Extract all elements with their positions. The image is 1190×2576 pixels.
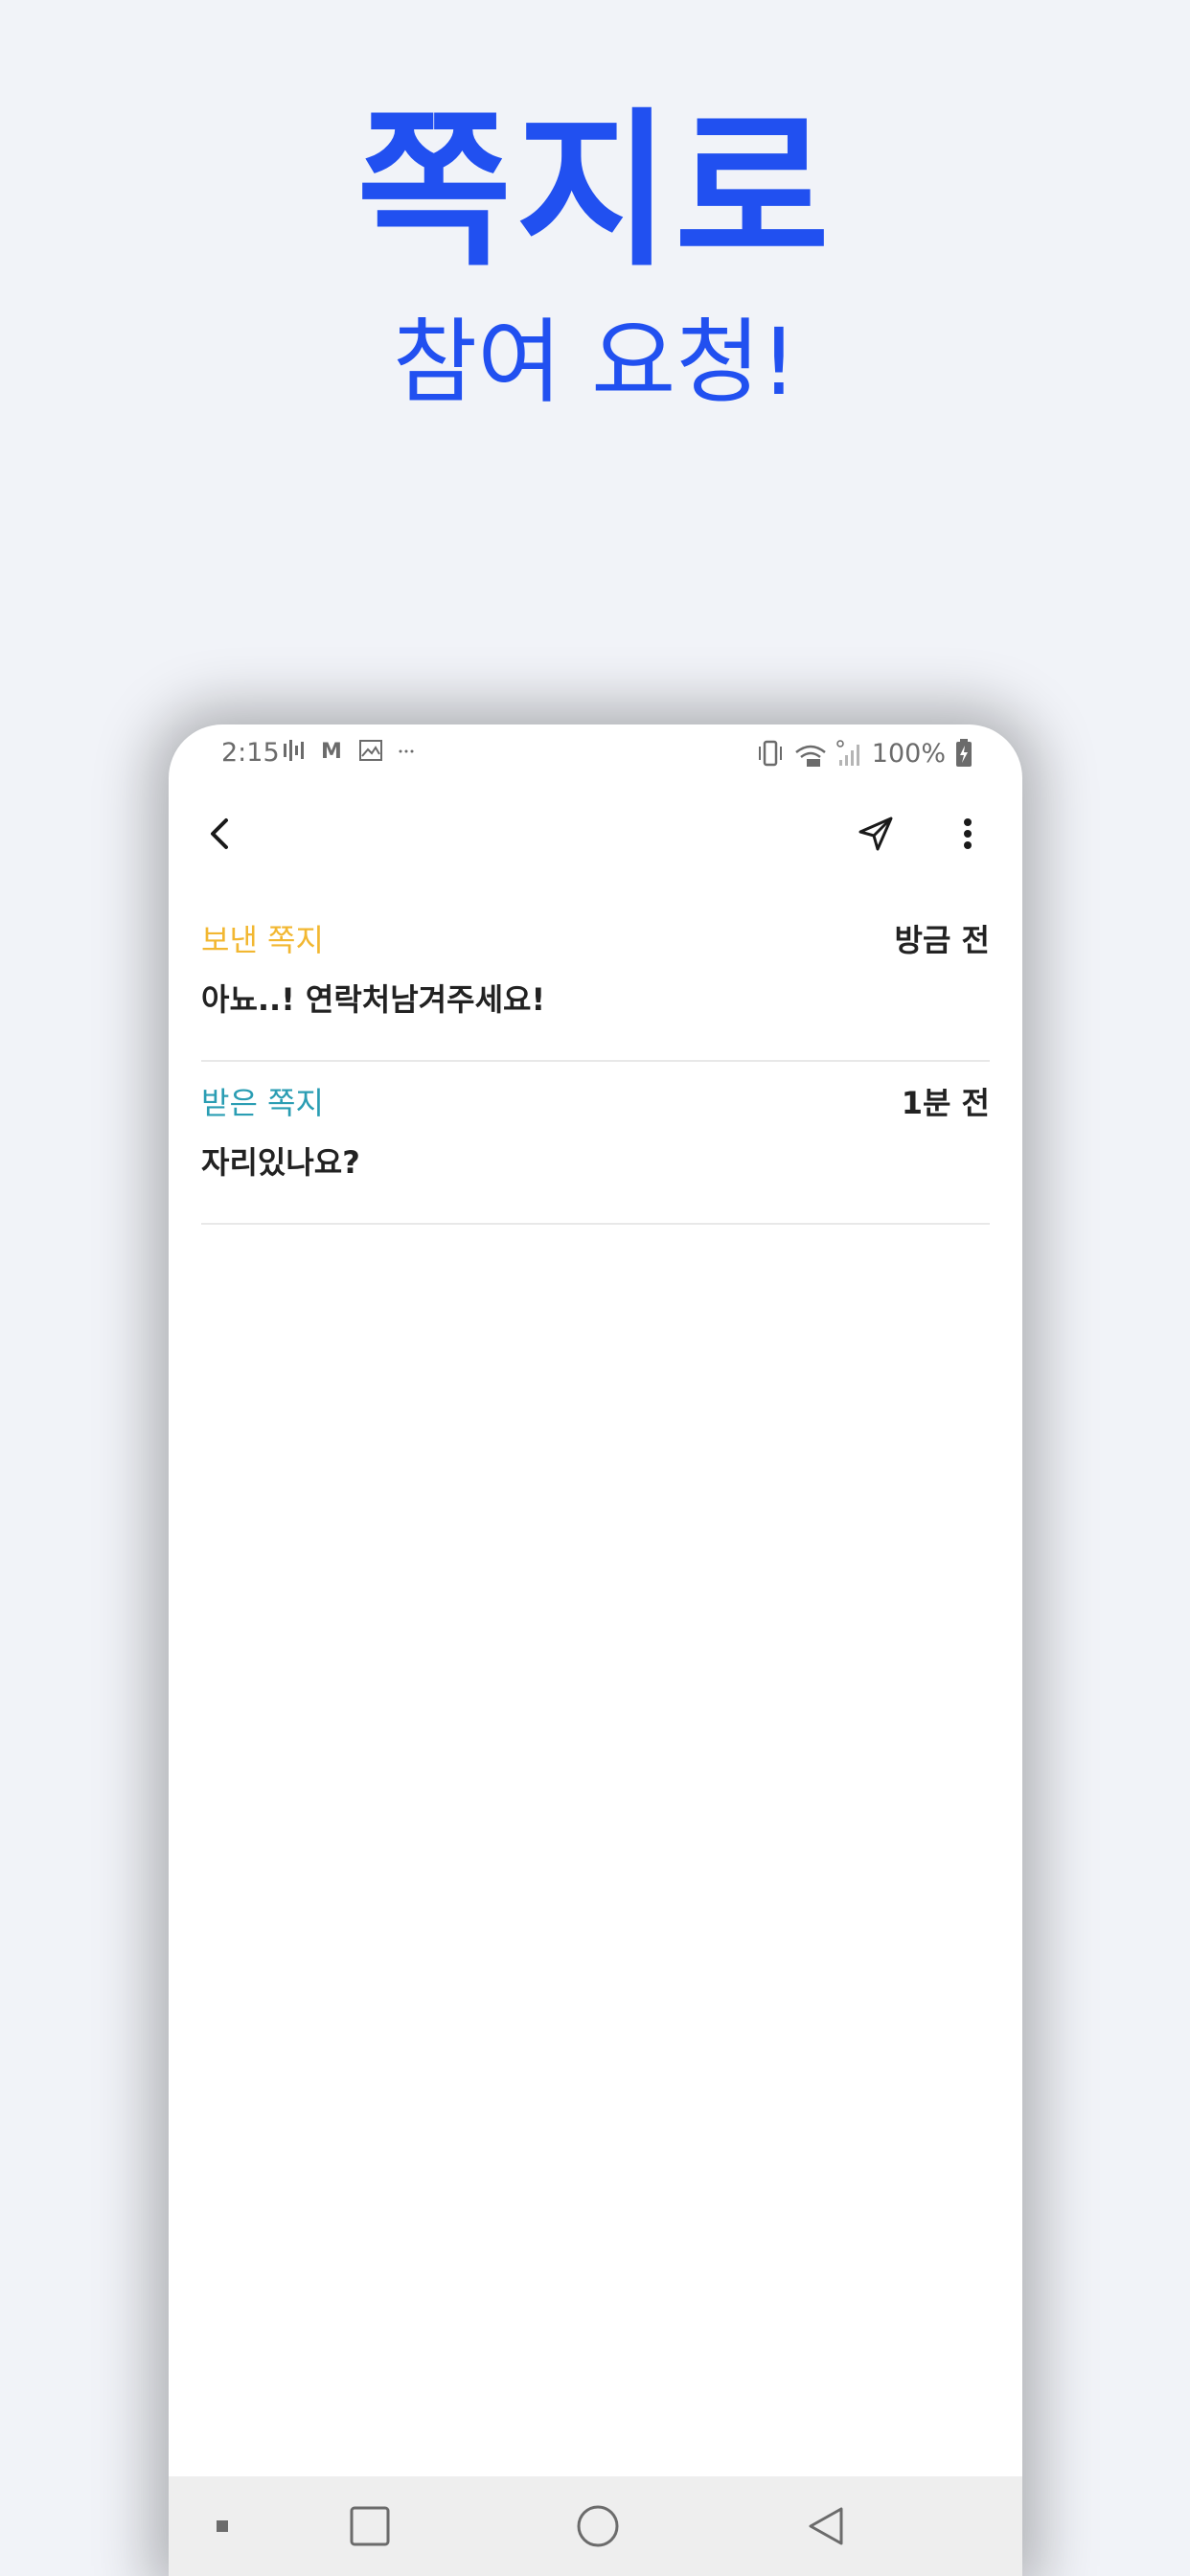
battery-charging-icon [956, 739, 972, 767]
nav-indicator-dot [197, 2501, 247, 2551]
image-icon [359, 740, 382, 761]
audio-bars-icon [284, 740, 304, 761]
message-time: 방금 전 [894, 922, 990, 958]
recents-button[interactable] [345, 2501, 395, 2551]
message-body: 아뇨..! 연락처남겨주세요! [201, 981, 546, 1018]
promo-headline: 쪽지로 [356, 93, 834, 289]
wifi-icon [795, 745, 826, 767]
send-icon [858, 816, 893, 851]
home-button[interactable] [573, 2501, 623, 2551]
gmail-icon: M [321, 740, 342, 763]
square-icon [350, 2506, 390, 2546]
message-item[interactable]: 받은 쪽지 1분 전 자리있나요? [201, 1079, 990, 1225]
signal-icon [836, 740, 859, 766]
status-bar: 2:15 M 100% [169, 724, 1022, 782]
triangle-back-icon [809, 2507, 843, 2545]
message-time: 1분 전 [901, 1085, 990, 1121]
app-toolbar [169, 782, 1022, 887]
message-item[interactable]: 보낸 쪽지 방금 전 아뇨..! 연락처남겨주세요! [201, 916, 990, 1062]
message-body: 자리있나요? [201, 1144, 360, 1181]
promo-subheadline: 참여 요청! [392, 309, 798, 416]
phone-screen: 2:15 M 100% 보낸 쪽지 방금 전 아뇨..! 연락처남겨주세요! 받… [169, 724, 1022, 2576]
circle-icon [577, 2505, 619, 2547]
vibrate-icon [758, 740, 782, 767]
svg-text:M: M [321, 740, 342, 763]
status-time: 2:15 [221, 738, 280, 768]
system-back-button[interactable] [801, 2501, 851, 2551]
more-notifications-icon [399, 749, 414, 753]
system-navigation-bar [169, 2476, 1022, 2576]
status-notification-icons: M [282, 738, 416, 763]
message-type-label: 보낸 쪽지 [201, 922, 324, 958]
battery-percent: 100% [871, 738, 946, 769]
more-vertical-icon [964, 818, 972, 849]
chevron-left-icon [211, 818, 228, 849]
status-system-icons: 100% [755, 738, 974, 769]
dot-icon [217, 2520, 228, 2532]
more-options-button[interactable] [937, 803, 998, 864]
back-button[interactable] [190, 803, 251, 864]
send-message-button[interactable] [845, 803, 906, 864]
message-type-label: 받은 쪽지 [201, 1085, 324, 1121]
